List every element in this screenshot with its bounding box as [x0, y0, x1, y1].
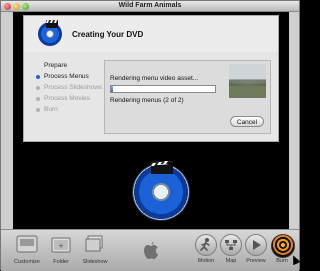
- burn-button[interactable]: Burn: [269, 234, 295, 270]
- burn-icon: [271, 234, 295, 258]
- play-icon: [253, 240, 261, 250]
- clapperboard-small-icon: [46, 20, 58, 28]
- motion-icon: [195, 234, 217, 256]
- cancel-button[interactable]: Cancel: [230, 116, 264, 127]
- window-title: Wild Farm Animals: [118, 2, 182, 9]
- customize-icon: [16, 235, 38, 253]
- map-button[interactable]: Map: [218, 234, 244, 270]
- step-burn: Burn: [36, 104, 102, 115]
- preview-button[interactable]: Preview: [243, 234, 269, 270]
- step-label: Process Movies: [44, 95, 90, 102]
- progress-fill: [111, 86, 114, 92]
- bottom-toolbar: Customize + Folder Slideshow Motion Map …: [1, 229, 299, 271]
- slideshow-label: Slideshow: [82, 259, 108, 265]
- step-prepare: Prepare: [36, 60, 102, 71]
- step-bullet-icon: [36, 85, 40, 90]
- folder-icon: +: [51, 237, 71, 253]
- motion-button[interactable]: Motion: [193, 234, 219, 270]
- step-label: Burn: [44, 106, 58, 113]
- running-figure-icon: [200, 238, 210, 251]
- step-label: Prepare: [44, 62, 68, 69]
- step-bullet-icon: [36, 64, 40, 68]
- slideshow-icon: [85, 235, 103, 252]
- progress-dialog: Creating Your DVD Prepare Process Menus …: [23, 15, 279, 142]
- step-bullet-icon: [36, 107, 40, 112]
- step-process-slideshows: Process Slideshows: [36, 82, 102, 93]
- preview-icon: [245, 234, 267, 256]
- active-step-icon: [36, 74, 40, 79]
- clapperboard-icon: [150, 161, 173, 174]
- app-window: Wild Farm Animals Creating Your DVD Prep…: [0, 0, 301, 271]
- preview-thumbnail: [229, 64, 266, 98]
- step-label: Process Slideshows: [44, 84, 103, 91]
- sub-status-text: Rendering menus (2 of 2): [110, 97, 184, 104]
- step-list: Prepare Process Menus Process Slideshows…: [36, 60, 102, 115]
- map-tree-icon: [225, 240, 237, 250]
- step-process-movies: Process Movies: [36, 93, 102, 104]
- svg-text:+: +: [58, 242, 64, 250]
- step-bullet-icon: [36, 96, 40, 101]
- apple-logo-icon: [144, 242, 158, 259]
- dialog-title: Creating Your DVD: [72, 30, 144, 39]
- status-panel: Rendering menu video asset... Rendering …: [104, 60, 271, 134]
- progress-bar: [110, 85, 216, 93]
- step-label: Process Menus: [44, 73, 89, 80]
- title-bar: Wild Farm Animals: [1, 1, 299, 12]
- step-process-menus: Process Menus: [36, 71, 102, 82]
- dialog-header: Creating Your DVD: [24, 16, 278, 52]
- slideshow-button[interactable]: Slideshow: [75, 234, 115, 270]
- map-icon: [220, 234, 242, 256]
- status-text: Rendering menu video asset...: [110, 75, 199, 82]
